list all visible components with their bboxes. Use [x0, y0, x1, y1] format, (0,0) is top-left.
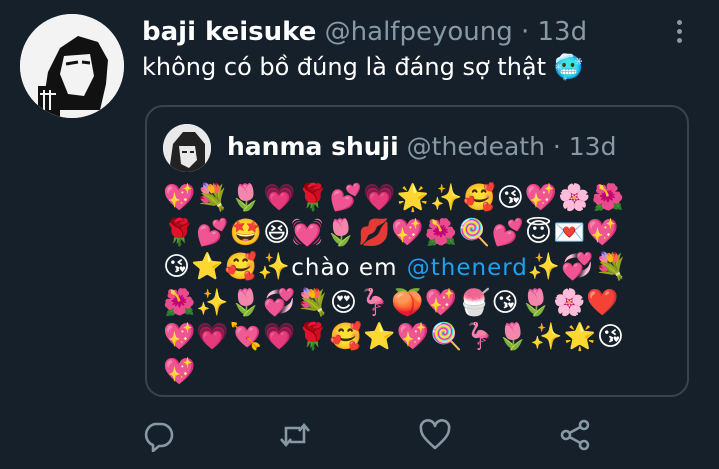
quoted-line-6: 💖	[163, 356, 197, 387]
reply-icon[interactable]	[141, 418, 175, 453]
quoted-tweet[interactable]: hanma shuji @thedeath · 13d 💖💐🌷💗🌹💕💗🌟✨🥰😘💖…	[145, 105, 689, 397]
quoted-line-3: 😘⭐🥰✨chào em @thenerd✨💞💐	[163, 250, 668, 286]
quoted-tweet-text: 💖💐🌷💗🌹💕💗🌟✨🥰😘💖🌸🌺 🌹💕🤩😆💓🌷💋💖🌺🍭💕😇💌💖 😘⭐🥰✨chào e…	[163, 181, 668, 389]
quoted-line-2: 🌹💕🤩😆💓🌷💋💖🌺🍭💕😇💌💖	[163, 217, 620, 248]
author-handle[interactable]: @halfpeyoung	[325, 17, 513, 47]
more-vertical-icon[interactable]	[674, 20, 684, 46]
quoted-separator-dot: ·	[552, 132, 561, 161]
separator-dot: ·	[520, 17, 530, 47]
tweet-time[interactable]: 13d	[538, 17, 588, 47]
author-name[interactable]: baji keisuke	[142, 17, 316, 47]
author-avatar[interactable]	[20, 14, 124, 118]
retweet-icon[interactable]	[278, 418, 312, 452]
tweet-text-body: không có bồ đúng là đáng sợ thật	[142, 53, 547, 81]
quoted-author-avatar	[163, 124, 211, 172]
quoted-line-3-pre: 😘⭐🥰✨	[163, 252, 292, 282]
quoted-greeting: chào em	[291, 255, 398, 281]
quoted-tweet-time: 13d	[568, 132, 617, 161]
quoted-line-1: 💖💐🌷💗🌹💕💗🌟✨🥰😘💖🌸🌺	[163, 183, 625, 213]
quoted-line-3-post: ✨💞💐	[527, 252, 629, 282]
quoted-header: hanma shuji @thedeath · 13d	[227, 131, 616, 163]
tweet-header: baji keisuke @halfpeyoung · 13d	[142, 16, 587, 48]
like-icon[interactable]	[418, 418, 452, 452]
quoted-author-handle: @thedeath	[406, 132, 545, 161]
quoted-line-5: 💖💗💘💗🌹🥰⭐💖🍭🦩🌷✨🌟😘	[163, 322, 625, 352]
share-icon[interactable]	[558, 418, 592, 452]
quoted-line-4: 🌺✨🌷💞💐😍🦩🍑💖🍧😘🌷🌸❤️	[163, 287, 620, 318]
tweet-text: không có bồ đúng là đáng sợ thật 🥶	[142, 50, 584, 84]
quoted-mention[interactable]: @thenerd	[407, 255, 528, 281]
tweet-text-emoji: 🥶	[553, 53, 584, 81]
quoted-author-name: hanma shuji	[227, 132, 399, 161]
tweet-actions	[0, 418, 719, 453]
